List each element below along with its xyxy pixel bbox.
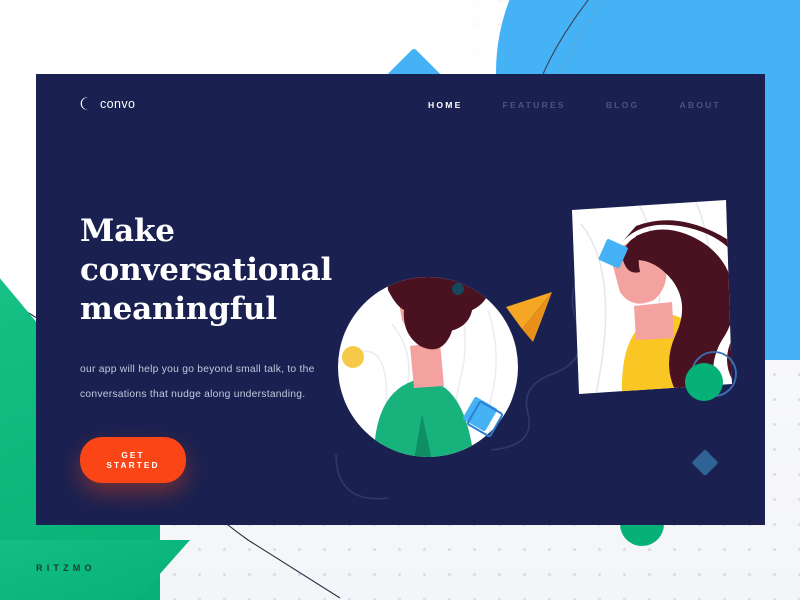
blue-diamond-small [462, 396, 498, 432]
blue-diamond-frame [598, 239, 628, 269]
woman-hair [622, 220, 732, 386]
hero-headline-line-1: Make conversational [80, 213, 333, 288]
teal-dot-accent [452, 283, 464, 295]
paper-plane-icon [506, 292, 552, 342]
blue-diamond-outline [466, 400, 504, 438]
hero-subcopy: our app will help you go beyond small ta… [80, 364, 315, 400]
nav-item-about[interactable]: ABOUT [679, 100, 721, 110]
woman-yellow-top [621, 313, 712, 394]
hero-headline: Make conversational meaningful [80, 212, 420, 329]
framed-photo-right [572, 200, 732, 394]
footer-brand-mark: RITZMO [36, 563, 96, 573]
nav-links: HOME FEATURES BLOG ABOUT [428, 100, 721, 110]
crescent-moon-icon [77, 96, 92, 111]
get-started-button[interactable]: GET STARTED [80, 437, 186, 483]
hero-landing-page: convo HOME FEATURES BLOG ABOUT Make conv… [0, 0, 800, 600]
cta-wrapper: GET STARTED [80, 437, 186, 483]
blue-ring-accent [691, 351, 737, 397]
nav-item-home[interactable]: HOME [428, 100, 463, 110]
green-dot-accent [685, 363, 723, 401]
nav-item-blog[interactable]: BLOG [606, 100, 640, 110]
hero-headline-line-2: meaningful [80, 291, 277, 327]
top-navigation-bar: convo HOME FEATURES BLOG ABOUT [36, 74, 765, 146]
woman-face [612, 241, 667, 304]
nav-item-features[interactable]: FEATURES [503, 100, 566, 110]
brand-logo-text: convo [100, 96, 136, 111]
hero-copy-block: Make conversational meaningful our app w… [80, 212, 420, 483]
brand-logo[interactable]: convo [77, 96, 135, 111]
hero-card: convo HOME FEATURES BLOG ABOUT Make conv… [36, 74, 765, 525]
dark-blue-diamond [692, 450, 718, 476]
